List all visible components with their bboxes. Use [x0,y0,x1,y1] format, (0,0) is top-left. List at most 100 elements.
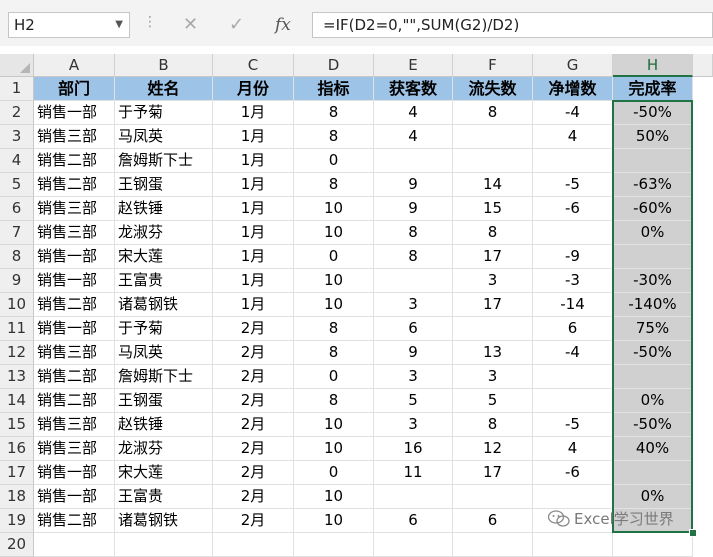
row-header-6[interactable]: 6 [0,197,34,221]
header-cell[interactable]: 获客数 [374,77,453,101]
row-header-8[interactable]: 8 [0,245,34,269]
table-cell[interactable]: 17 [453,293,533,317]
column-header-g[interactable]: G [533,54,613,77]
table-cell[interactable]: -140% [613,293,693,317]
table-cell[interactable]: 2月 [213,461,294,485]
table-cell[interactable]: 销售一部 [34,317,115,341]
table-cell[interactable]: 销售二部 [34,365,115,389]
column-header-d[interactable]: D [294,54,374,77]
header-cell[interactable]: 姓名 [115,77,213,101]
table-cell[interactable] [453,125,533,149]
table-cell[interactable]: 于予菊 [115,317,213,341]
table-cell[interactable] [453,485,533,509]
table-cell[interactable]: -4 [533,341,613,365]
table-cell[interactable]: 0 [294,245,374,269]
table-cell[interactable]: 6 [533,317,613,341]
cancel-icon[interactable]: ✕ [183,12,198,38]
table-cell[interactable]: 诸葛钢铁 [115,293,213,317]
table-cell[interactable]: 2月 [213,341,294,365]
table-cell[interactable] [453,533,533,557]
table-cell[interactable]: -50% [613,341,693,365]
table-cell[interactable]: 赵铁锤 [115,197,213,221]
row-header-2[interactable]: 2 [0,101,34,125]
table-cell[interactable]: 马凤英 [115,125,213,149]
table-cell[interactable]: 16 [374,437,453,461]
table-cell[interactable]: 10 [294,293,374,317]
table-cell[interactable]: 17 [453,461,533,485]
table-cell[interactable]: 10 [294,509,374,533]
enter-check-icon[interactable]: ✓ [229,12,244,38]
row-header-11[interactable]: 11 [0,317,34,341]
table-cell[interactable]: 销售三部 [34,341,115,365]
table-cell[interactable] [453,317,533,341]
table-cell[interactable]: 8 [294,173,374,197]
header-cell[interactable]: 部门 [34,77,115,101]
table-cell[interactable]: 1月 [213,245,294,269]
table-cell[interactable] [374,533,453,557]
table-cell[interactable]: 销售一部 [34,461,115,485]
table-cell[interactable]: 销售二部 [34,149,115,173]
table-cell[interactable]: 10 [294,437,374,461]
table-cell[interactable]: 2月 [213,509,294,533]
table-cell[interactable]: 王富贵 [115,485,213,509]
table-cell[interactable]: 3 [374,413,453,437]
row-header-1[interactable]: 1 [0,77,34,101]
table-cell[interactable]: -50% [613,413,693,437]
table-cell[interactable]: 9 [374,197,453,221]
table-cell[interactable]: 3 [374,293,453,317]
table-cell[interactable]: 8 [374,221,453,245]
table-cell[interactable]: 1月 [213,101,294,125]
table-cell[interactable]: -5 [533,413,613,437]
table-cell[interactable]: 宋大莲 [115,461,213,485]
row-header-5[interactable]: 5 [0,173,34,197]
table-cell[interactable]: 10 [294,221,374,245]
table-cell[interactable]: 9 [374,341,453,365]
table-cell[interactable]: 4 [533,437,613,461]
table-cell[interactable]: 销售一部 [34,485,115,509]
table-cell[interactable]: 龙淑芬 [115,437,213,461]
table-cell[interactable]: 销售三部 [34,125,115,149]
table-cell[interactable]: 8 [294,389,374,413]
table-cell[interactable] [533,389,613,413]
table-cell[interactable]: 2月 [213,437,294,461]
table-cell[interactable]: -5 [533,173,613,197]
table-cell[interactable]: 销售一部 [34,101,115,125]
table-cell[interactable]: 销售三部 [34,197,115,221]
table-cell[interactable]: 0% [613,485,693,509]
table-cell[interactable]: 10 [294,197,374,221]
table-cell[interactable]: 0 [294,461,374,485]
row-header-4[interactable]: 4 [0,149,34,173]
table-cell[interactable]: 4 [533,125,613,149]
row-header-9[interactable]: 9 [0,269,34,293]
table-cell[interactable]: -4 [533,101,613,125]
row-header-10[interactable]: 10 [0,293,34,317]
table-cell[interactable]: -30% [613,269,693,293]
table-cell[interactable] [533,485,613,509]
table-cell[interactable]: 2月 [213,317,294,341]
table-cell[interactable]: 2月 [213,485,294,509]
header-cell[interactable]: 净增数 [533,77,613,101]
table-cell[interactable] [374,269,453,293]
row-header-18[interactable]: 18 [0,485,34,509]
table-cell[interactable]: -3 [533,269,613,293]
row-header-16[interactable]: 16 [0,437,34,461]
table-cell[interactable]: 1月 [213,293,294,317]
table-cell[interactable]: 3 [453,365,533,389]
table-cell[interactable]: -63% [613,173,693,197]
table-cell[interactable]: 11 [374,461,453,485]
table-cell[interactable]: -50% [613,101,693,125]
table-cell[interactable]: 9 [374,173,453,197]
table-cell[interactable]: 8 [453,101,533,125]
table-cell[interactable]: 于予菊 [115,101,213,125]
formula-input[interactable]: =IF(D2=0,"",SUM(G2)/D2) [312,12,713,38]
row-header-13[interactable]: 13 [0,365,34,389]
table-cell[interactable] [294,533,374,557]
table-cell[interactable]: 销售一部 [34,245,115,269]
table-cell[interactable]: 15 [453,197,533,221]
header-cell[interactable]: 指标 [294,77,374,101]
table-cell[interactable]: 1月 [213,269,294,293]
table-cell[interactable]: 0 [294,365,374,389]
table-cell[interactable]: 10 [294,413,374,437]
table-cell[interactable]: 1月 [213,149,294,173]
select-all-corner[interactable] [0,54,34,77]
